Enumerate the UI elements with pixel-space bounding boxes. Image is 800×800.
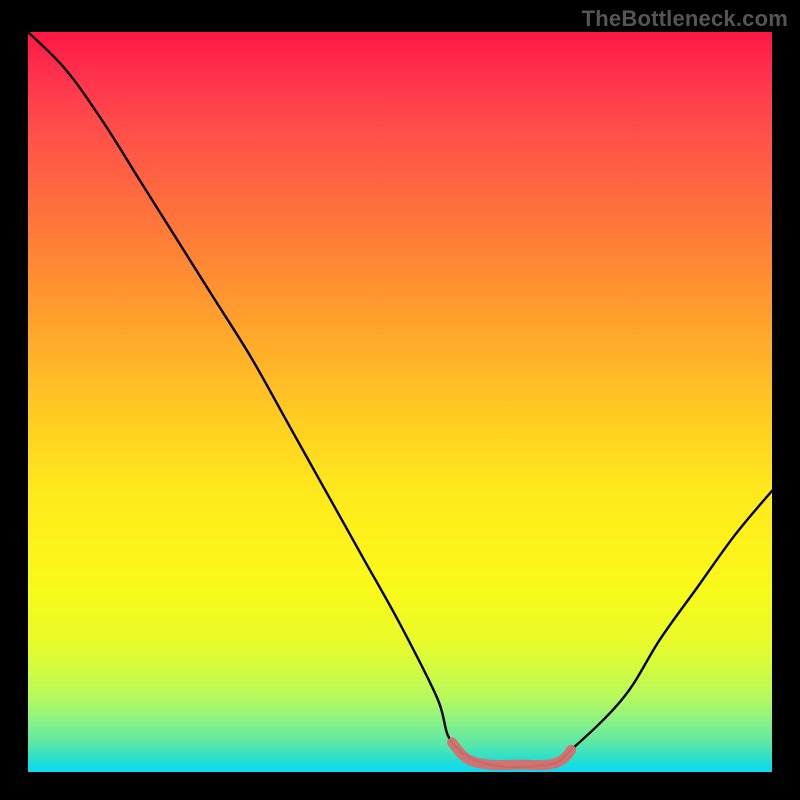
watermark-text: TheBottleneck.com xyxy=(582,6,788,32)
chart-container: TheBottleneck.com xyxy=(0,0,800,800)
highlight-line xyxy=(452,742,571,765)
curve-line xyxy=(28,32,772,767)
chart-svg xyxy=(28,32,772,772)
plot-area xyxy=(28,32,772,772)
